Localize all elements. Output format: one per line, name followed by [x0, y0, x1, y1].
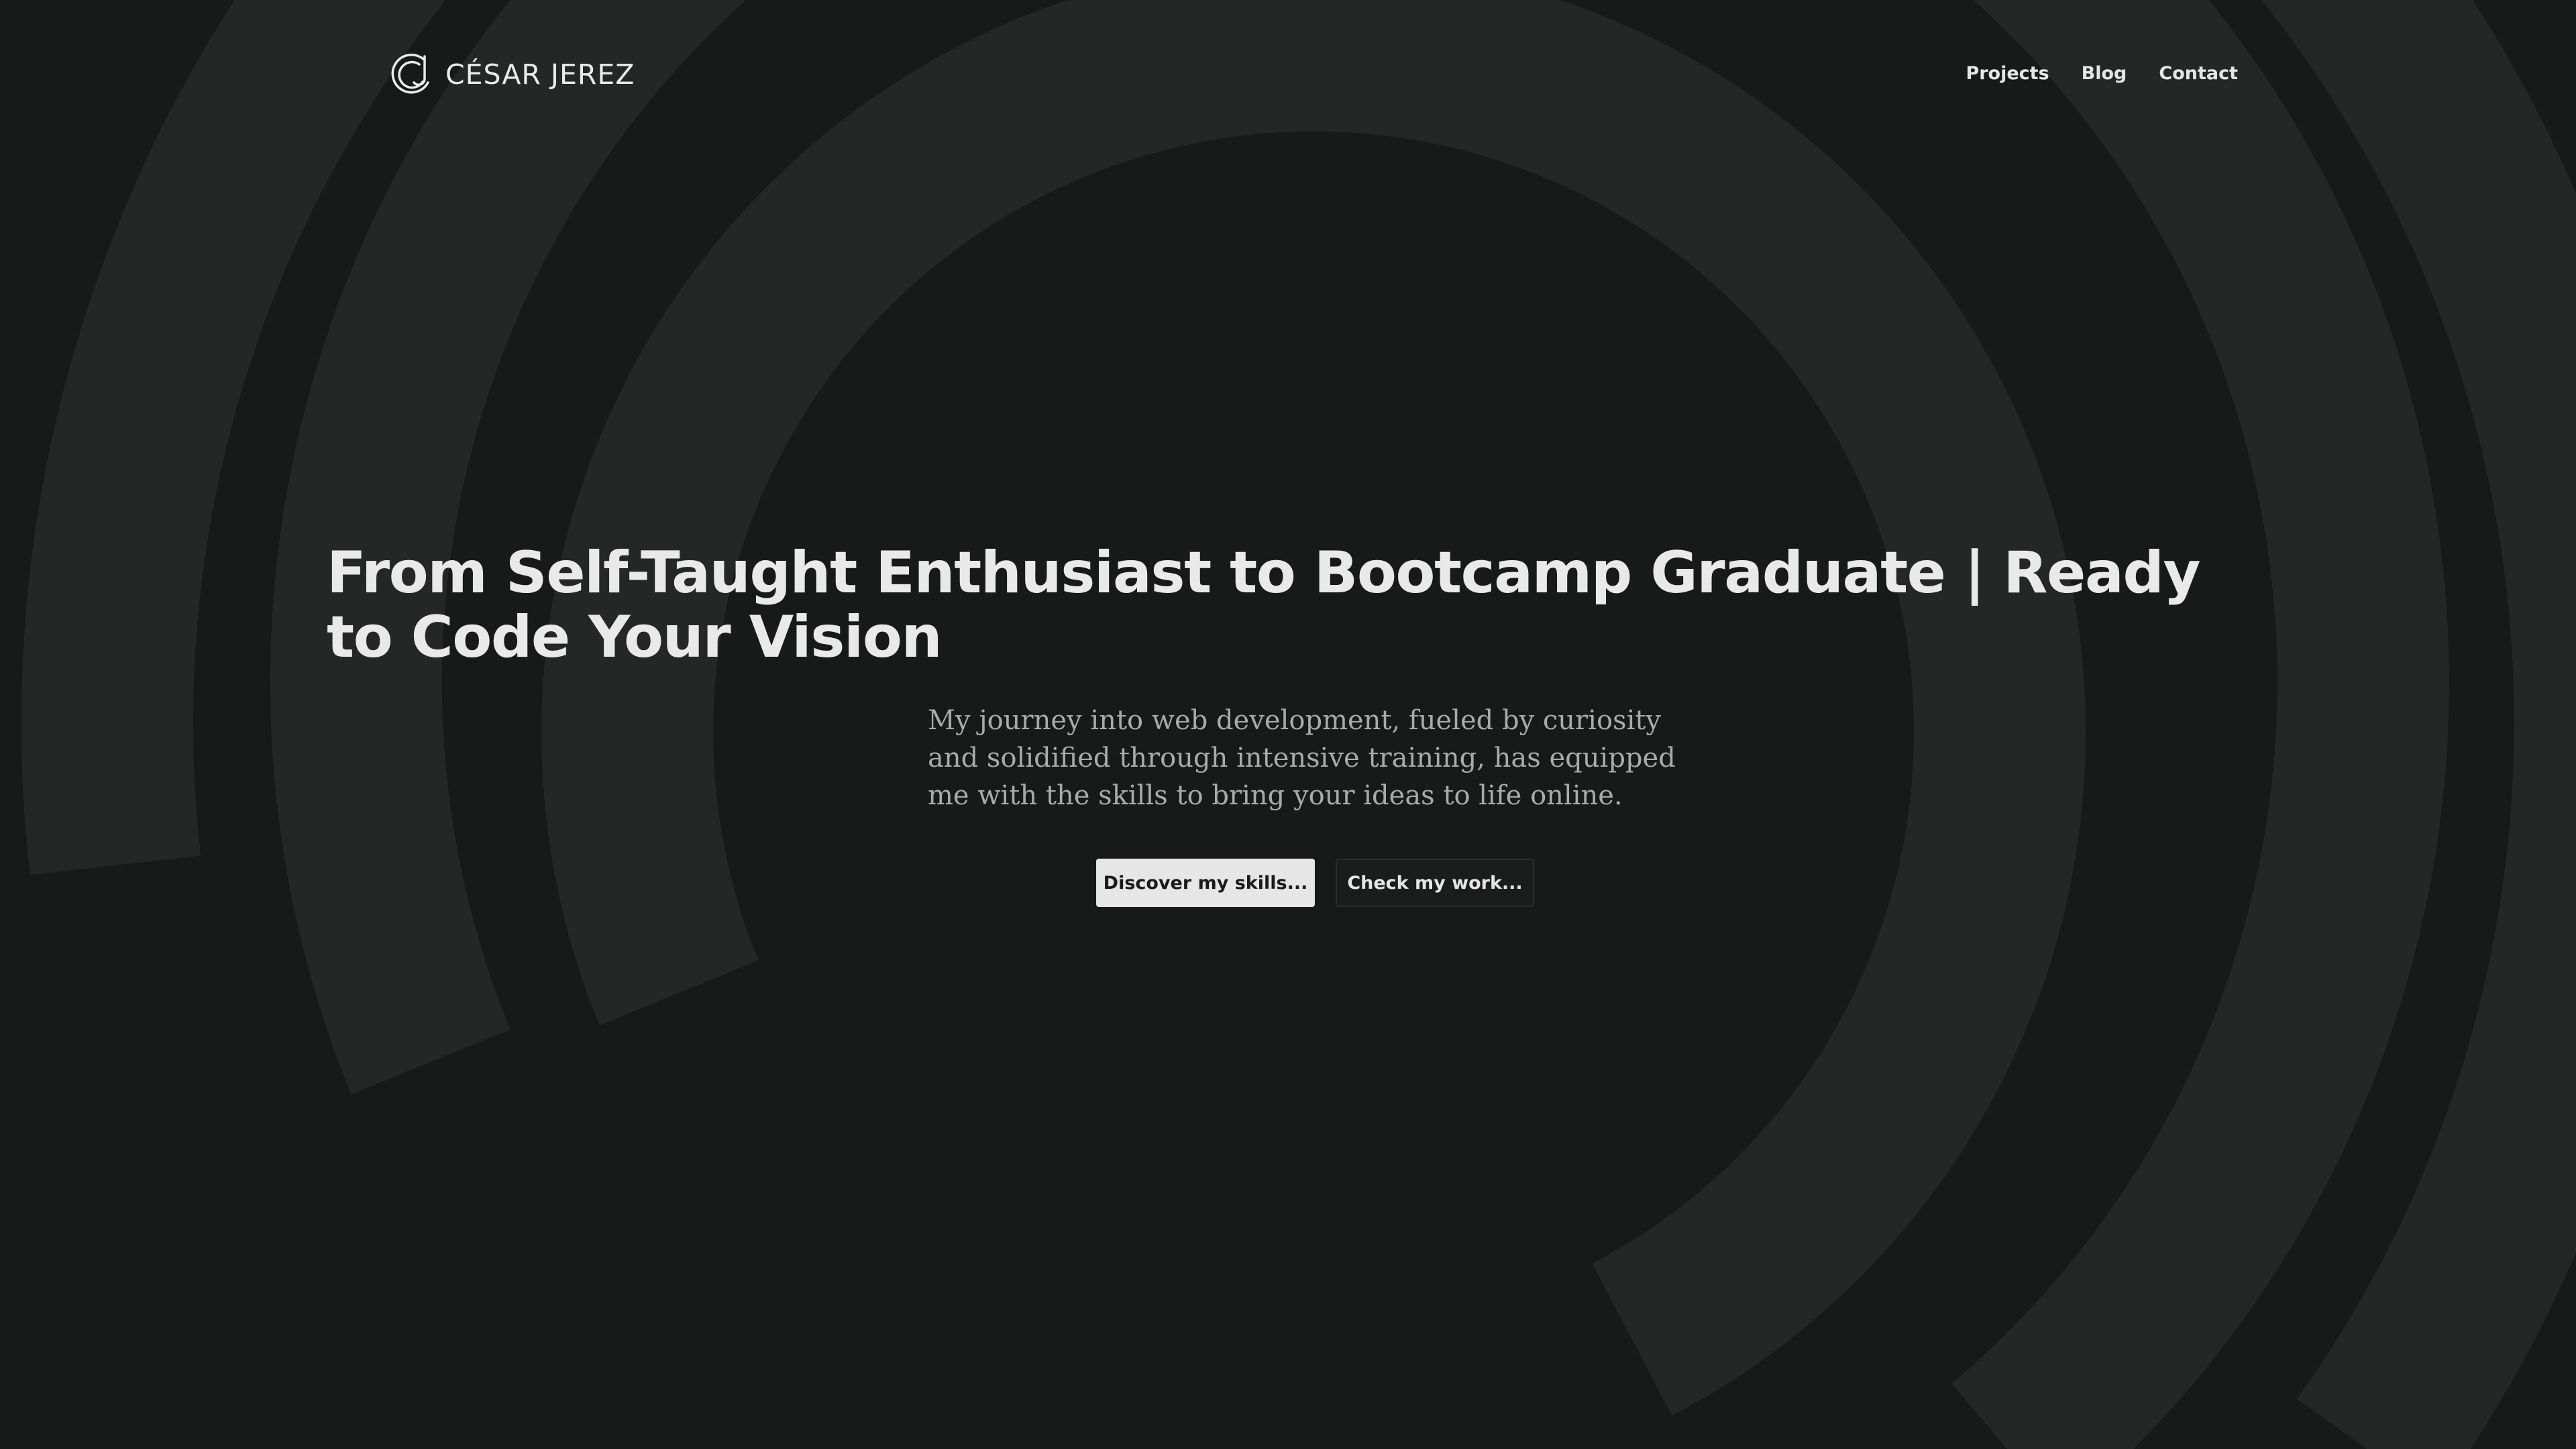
hero-section: From Self-Taught Enthusiast to Bootcamp … [0, 0, 2576, 1449]
check-work-button[interactable]: Check my work... [1336, 859, 1534, 907]
hero-title: From Self-Taught Enthusiast to Bootcamp … [327, 539, 2201, 671]
discover-skills-button[interactable]: Discover my skills... [1096, 859, 1315, 907]
hero-actions: Discover my skills... Check my work... [1096, 859, 1534, 907]
hero-description: My journey into web development, fueled … [928, 705, 1676, 811]
